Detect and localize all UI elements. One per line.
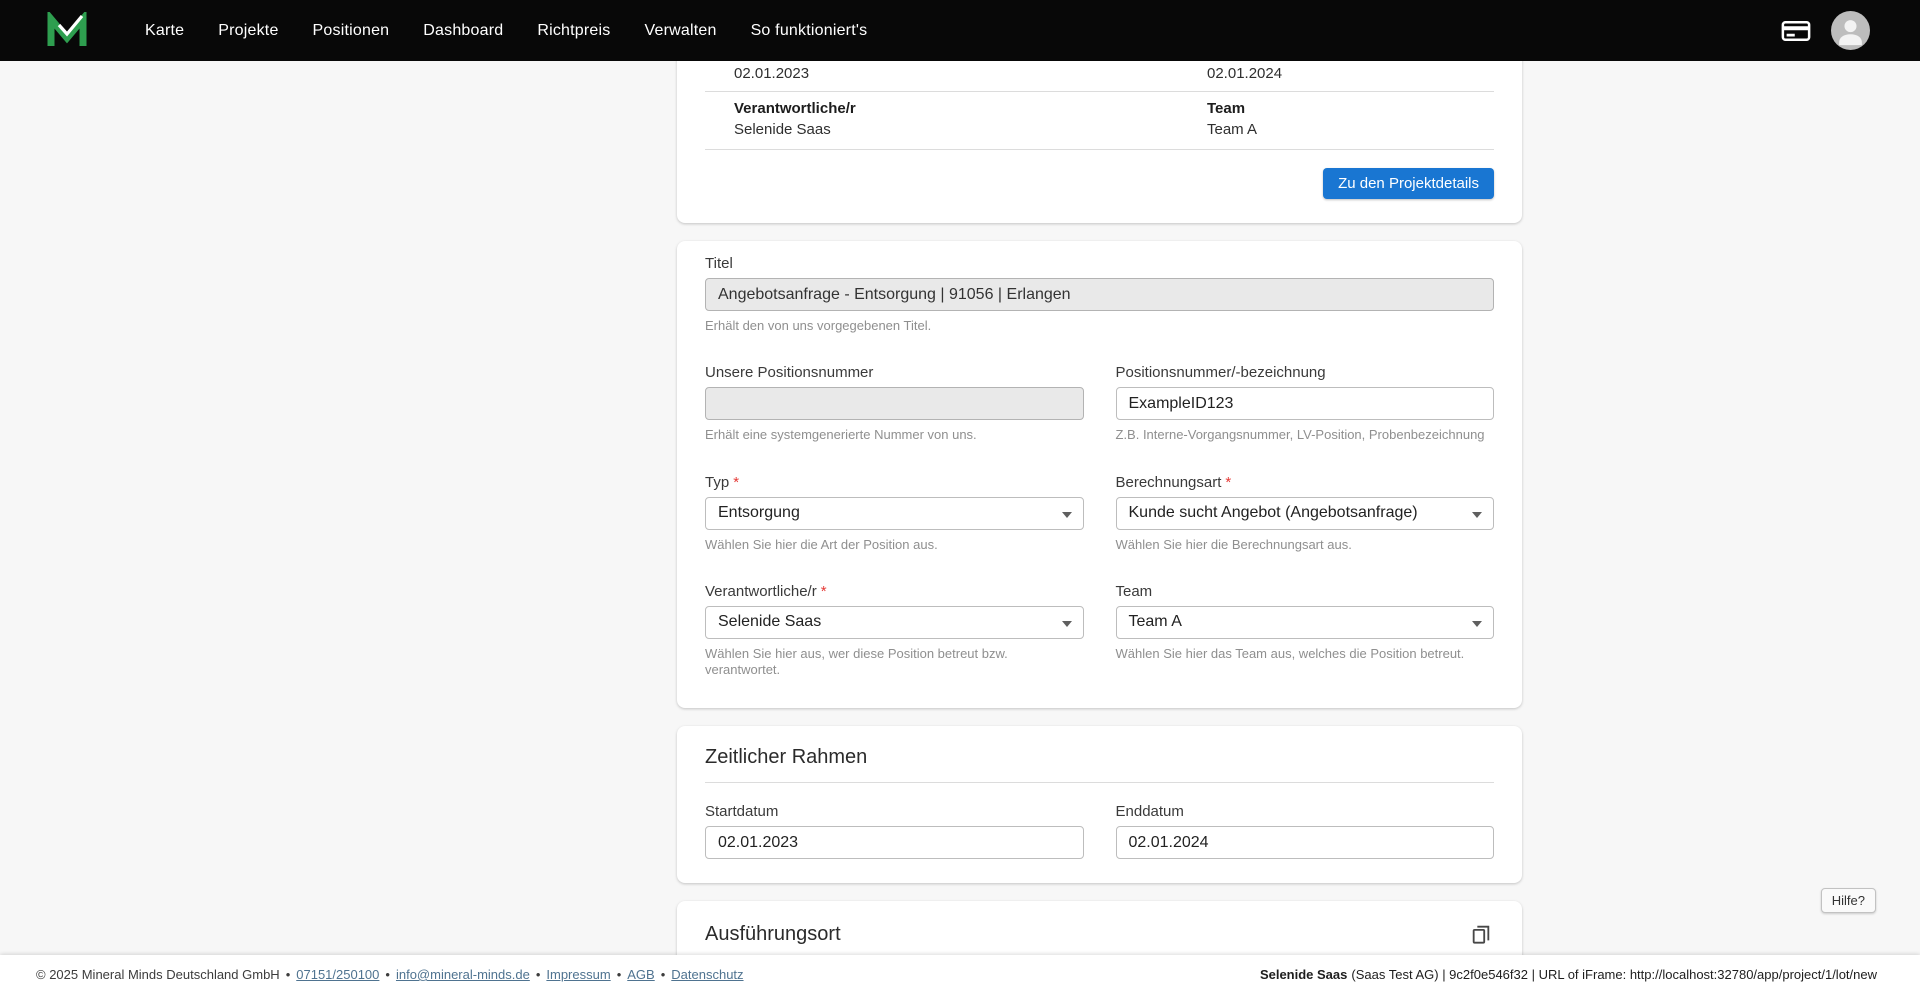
position-form-card: Titel Erhält den von uns vorgegebenen Ti… [677,241,1522,708]
session-info: Selenide Saas (Saas Test AG) | 9c2f0e546f… [1260,967,1877,982]
card-reader-icon[interactable] [1781,16,1811,46]
project-details-button[interactable]: Zu den Projektdetails [1323,168,1494,199]
team-value: Team A [1207,121,1494,138]
startdatum-label: Startdatum [705,803,1084,820]
berechnungsart-select[interactable]: Kunde sucht Angebot (Angebotsanfrage) [1116,497,1495,530]
titel-label: Titel [705,255,1494,272]
positionsnummer-helper: Z.B. Interne-Vorgangsnummer, LV-Position… [1116,427,1495,443]
nav-item-positionen[interactable]: Positionen [296,13,407,49]
team-select-value: Team A [1129,613,1182,631]
session-user-name: Selenide Saas [1260,967,1347,982]
separator: • [385,967,390,982]
nav-item-karte[interactable]: Karte [128,13,201,49]
required-asterisk: * [1225,474,1231,491]
ausfuehrungsort-title: Ausführungsort [705,923,841,946]
separator: • [536,967,541,982]
separator: • [617,967,622,982]
enddatum-input[interactable] [1116,826,1495,859]
session-details: (Saas Test AG) | 9c2f0e546f32 | URL of i… [1351,967,1877,982]
positionsnummer-label: Positionsnummer/-bezeichnung [1116,364,1495,381]
navbar-actions [1781,11,1870,50]
agb-link[interactable]: AGB [627,967,654,982]
chevron-down-icon [1062,512,1072,518]
copy-icon[interactable] [1468,921,1494,947]
responsible-label: Verantwortliche/r [734,100,1178,117]
project-start-date: 02.01.2023 [705,65,1178,82]
nav-item-dashboard[interactable]: Dashboard [406,13,520,49]
zeitlicher-rahmen-card: Zeitlicher Rahmen Startdatum Enddatum [677,726,1522,883]
nav-item-verwalten[interactable]: Verwalten [627,13,733,49]
nav-item-projekte[interactable]: Projekte [201,13,295,49]
separator: • [286,967,291,982]
chevron-down-icon [1472,621,1482,627]
phone-link[interactable]: 07151/250100 [296,967,379,982]
typ-label: Typ* [705,474,1084,491]
team-helper: Wählen Sie hier das Team aus, welches di… [1116,646,1495,662]
required-asterisk: * [733,474,739,491]
zeitlicher-rahmen-title: Zeitlicher Rahmen [705,746,867,769]
main-navigation: Karte Projekte Positionen Dashboard Rich… [128,13,884,49]
typ-helper: Wählen Sie hier die Art der Position aus… [705,537,1084,553]
verantwortlicher-select-value: Selenide Saas [718,613,821,631]
email-link[interactable]: info@mineral-minds.de [396,967,530,982]
project-people-row: Verantwortliche/r Selenide Saas Team Tea… [705,92,1494,149]
user-avatar[interactable] [1831,11,1870,50]
titel-helper: Erhält den von uns vorgegebenen Titel. [705,318,1494,334]
responsible-value: Selenide Saas [734,121,1178,138]
nav-item-so-funktionierts[interactable]: So funktioniert's [734,13,885,49]
verantwortlicher-select[interactable]: Selenide Saas [705,606,1084,639]
required-asterisk: * [821,583,827,600]
positionsnummer-input[interactable] [1116,387,1495,420]
team-select-label: Team [1116,583,1495,600]
berechnungsart-label: Berechnungsart* [1116,474,1495,491]
main-content: 02.01.2023 02.01.2024 Verantwortliche/r … [677,0,1522,994]
typ-select-value: Entsorgung [718,504,800,522]
startdatum-input[interactable] [705,826,1084,859]
top-navbar: Karte Projekte Positionen Dashboard Rich… [0,0,1920,61]
impressum-link[interactable]: Impressum [546,967,610,982]
divider [705,782,1494,783]
copyright-text: © 2025 Mineral Minds Deutschland GmbH [36,967,280,982]
mineral-minds-logo-icon[interactable] [46,12,88,50]
unsere-positionsnummer-input [705,387,1084,420]
nav-item-richtpreis[interactable]: Richtpreis [520,13,627,49]
typ-select[interactable]: Entsorgung [705,497,1084,530]
team-select[interactable]: Team A [1116,606,1495,639]
titel-input [705,278,1494,311]
verantwortlicher-label: Verantwortliche/r* [705,583,1084,600]
chevron-down-icon [1062,621,1072,627]
project-end-date: 02.01.2024 [1178,65,1494,82]
separator: • [661,967,666,982]
enddatum-label: Enddatum [1116,803,1495,820]
footer: © 2025 Mineral Minds Deutschland GmbH • … [0,955,1920,994]
berechnungsart-helper: Wählen Sie hier die Berechnungsart aus. [1116,537,1495,553]
datenschutz-link[interactable]: Datenschutz [671,967,743,982]
unsere-positionsnummer-helper: Erhält eine systemgenerierte Nummer von … [705,427,1084,443]
verantwortlicher-helper: Wählen Sie hier aus, wer diese Position … [705,646,1084,679]
team-label: Team [1207,100,1494,117]
chevron-down-icon [1472,512,1482,518]
unsere-positionsnummer-label: Unsere Positionsnummer [705,364,1084,381]
berechnungsart-select-value: Kunde sucht Angebot (Angebotsanfrage) [1129,504,1418,522]
hilfe-button[interactable]: Hilfe? [1821,888,1876,913]
